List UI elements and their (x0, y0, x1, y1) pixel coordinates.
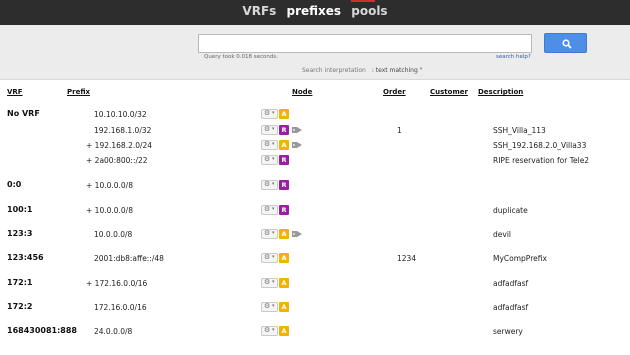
chevron-down-icon: ▾ (272, 156, 275, 162)
prefix-cell[interactable]: 10.10.10.0/32 (94, 110, 147, 119)
prefix-cell[interactable]: 10.0.0.0/8 (94, 230, 132, 239)
prefix-type-badge: A (279, 326, 289, 336)
gear-icon: ⚙ (264, 229, 271, 237)
column-header-order[interactable]: Order (383, 88, 406, 96)
prefix-type-badge: R (279, 125, 289, 135)
description-cell: adfadfasf (493, 279, 529, 288)
prefix-cell[interactable]: 2001:db8:affe::/48 (94, 254, 164, 263)
nav-pools[interactable]: pools (351, 4, 387, 18)
description-cell: SSH_Villa_113 (493, 126, 546, 135)
actions-menu-button[interactable]: ⚙ ▾ (261, 253, 278, 263)
interpretation-label: Search interpretation (302, 67, 366, 74)
actions-menu-button[interactable]: ⚙ ▾ (261, 180, 278, 190)
vrf-label: 168430081:888 (7, 326, 77, 335)
chevron-down-icon: ▾ (272, 254, 275, 260)
column-header-node[interactable]: Node (292, 88, 312, 96)
order-cell: 1 (397, 126, 402, 135)
search-help-link[interactable]: search help? (496, 54, 531, 60)
search-button[interactable] (544, 33, 587, 53)
prefix-type-badge: A (279, 229, 289, 239)
gear-icon: ⚙ (264, 125, 271, 133)
chevron-down-icon: ▾ (272, 110, 275, 116)
prefix-cell[interactable]: + 10.0.0.0/8 (86, 206, 133, 215)
search-interpretation: Search interpretation : text matching " (302, 67, 422, 74)
vrf-label: 123:3 (7, 229, 33, 238)
vrf-label: 172:2 (7, 302, 33, 311)
vrf-label: 0:0 (7, 180, 22, 189)
column-header-vrf[interactable]: VRF (7, 88, 23, 96)
search-icon (562, 39, 572, 49)
column-header-prefix[interactable]: Prefix (67, 88, 90, 96)
column-header-customer[interactable]: Customer (430, 88, 468, 96)
actions-menu-button[interactable]: ⚙ ▾ (261, 205, 278, 215)
actions-menu-button[interactable]: ⚙ ▾ (261, 109, 278, 119)
actions-menu-button[interactable]: ⚙ ▾ (261, 155, 278, 165)
prefix-cell[interactable]: + 172.16.0.0/16 (86, 279, 147, 288)
nav-prefixes[interactable]: prefixes (286, 4, 341, 18)
description-cell: duplicate (493, 206, 528, 215)
gear-icon: ⚙ (264, 302, 271, 310)
gear-icon: ⚙ (264, 109, 271, 117)
chevron-down-icon: ▾ (272, 206, 275, 212)
tag-icon[interactable] (292, 126, 302, 134)
vrf-label: 172:1 (7, 278, 33, 287)
chevron-down-icon: ▾ (272, 230, 275, 236)
gear-icon: ⚙ (264, 278, 271, 286)
prefix-cell[interactable]: 192.168.1.0/32 (94, 126, 151, 135)
search-input[interactable] (198, 34, 532, 53)
query-time: Query took 0.018 seconds. (204, 54, 279, 60)
prefix-cell[interactable]: 172.16.0.0/16 (94, 303, 147, 312)
description-cell: RIPE reservation for Tele2 (493, 156, 590, 165)
gear-icon: ⚙ (264, 253, 271, 261)
prefix-type-badge: R (279, 205, 289, 215)
actions-menu-button[interactable]: ⚙ ▾ (261, 278, 278, 288)
description-cell: adfadfasf (493, 303, 529, 312)
vrf-label: 123:456 (7, 253, 44, 262)
order-cell: 1234 (397, 254, 417, 263)
interpretation-value[interactable]: : text matching " (372, 67, 423, 74)
prefix-cell[interactable]: 24.0.0.0/8 (94, 327, 132, 336)
prefix-type-badge: A (279, 253, 289, 263)
description-cell: SSH_192.168.2.0_Villa33 (493, 141, 587, 150)
prefix-type-badge: A (279, 302, 289, 312)
description-cell: serwery (493, 327, 523, 336)
actions-menu-button[interactable]: ⚙ ▾ (261, 229, 278, 239)
tag-icon[interactable] (292, 141, 302, 149)
main-nav: VRFs prefixes pools (0, 4, 630, 18)
description-cell: devil (493, 230, 511, 239)
column-header-description[interactable]: Description (478, 88, 523, 96)
vrf-label: No VRF (7, 109, 40, 118)
prefix-cell[interactable]: + 10.0.0.0/8 (86, 181, 133, 190)
gear-icon: ⚙ (264, 140, 271, 148)
active-tab-indicator (351, 0, 375, 2)
prefix-type-badge: A (279, 278, 289, 288)
nav-vrfs[interactable]: VRFs (242, 4, 276, 18)
gear-icon: ⚙ (264, 205, 271, 213)
chevron-down-icon: ▾ (272, 126, 275, 132)
prefix-type-badge: A (279, 140, 289, 150)
prefix-type-badge: R (279, 180, 289, 190)
gear-icon: ⚙ (264, 326, 271, 334)
actions-menu-button[interactable]: ⚙ ▾ (261, 326, 278, 336)
actions-menu-button[interactable]: ⚙ ▾ (261, 125, 278, 135)
vrf-label: 100:1 (7, 205, 33, 214)
actions-menu-button[interactable]: ⚙ ▾ (261, 140, 278, 150)
chevron-down-icon: ▾ (272, 141, 275, 147)
chevron-down-icon: ▾ (272, 181, 275, 187)
chevron-down-icon: ▾ (272, 279, 275, 285)
prefix-cell[interactable]: + 192.168.2.0/24 (86, 141, 152, 150)
prefix-cell[interactable]: + 2a00:800::/22 (86, 156, 148, 165)
tag-icon[interactable] (292, 230, 302, 238)
chevron-down-icon: ▾ (272, 303, 275, 309)
gear-icon: ⚙ (264, 155, 271, 163)
prefix-type-badge: A (279, 109, 289, 119)
prefix-type-badge: R (279, 155, 289, 165)
gear-icon: ⚙ (264, 180, 271, 188)
chevron-down-icon: ▾ (272, 327, 275, 333)
top-nav-bar: VRFs prefixes pools (0, 0, 630, 25)
description-cell: MyCompPrefix (493, 254, 547, 263)
search-area: Query took 0.018 seconds. search help? S… (0, 25, 630, 80)
actions-menu-button[interactable]: ⚙ ▾ (261, 302, 278, 312)
